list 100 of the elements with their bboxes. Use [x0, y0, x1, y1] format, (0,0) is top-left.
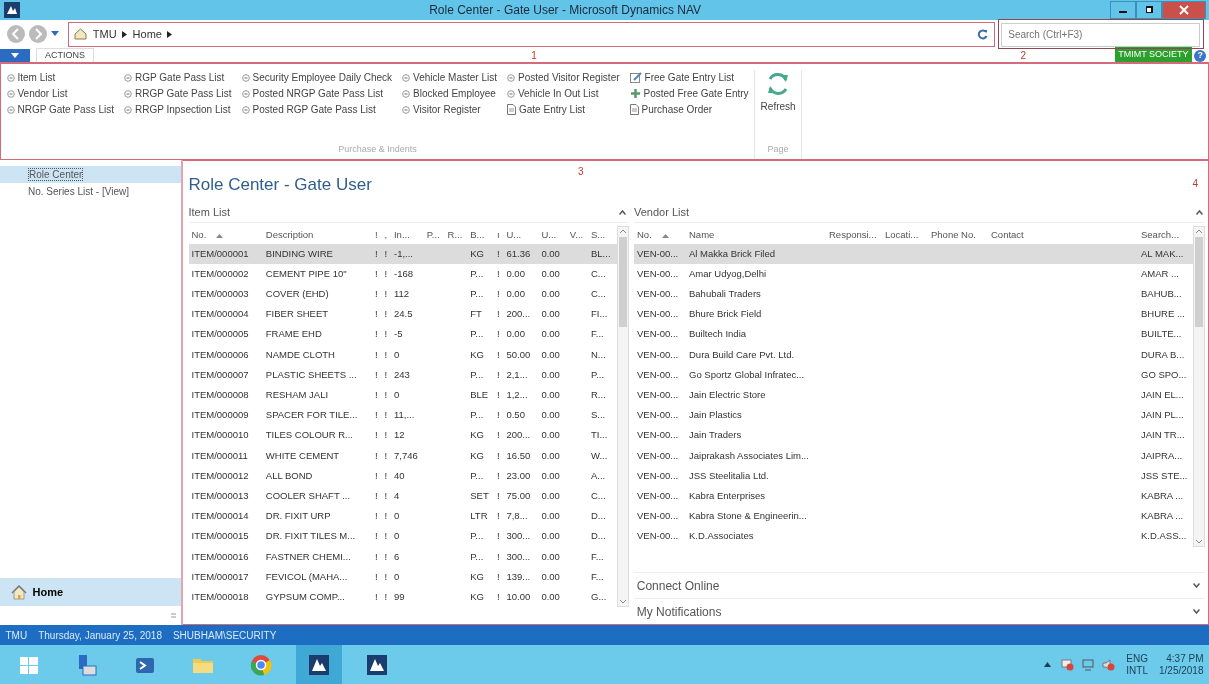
table-cell-text: P... [469, 287, 485, 302]
column-header[interactable]: Responsi... [826, 225, 882, 244]
ribbon-action-link[interactable]: Vehicle Master List [413, 70, 497, 85]
ribbon-action-link[interactable]: Free Gate Entry List [644, 70, 734, 85]
ribbon-action-link[interactable]: Posted Free Gate Entry [643, 86, 749, 101]
ribbon-action-link[interactable]: NRGP Gate Pass List [17, 102, 115, 117]
column-header[interactable]: V... [566, 225, 588, 244]
ribbon-action-link[interactable]: Item List [17, 70, 56, 85]
table-cell-text: BLE [469, 388, 490, 403]
ribbon-action-link[interactable]: RGP Gate Pass List [135, 70, 225, 85]
clock-date[interactable]: 1/25/2018 [1159, 664, 1204, 677]
browser-icon[interactable] [249, 653, 272, 676]
ribbon-action-link[interactable]: RRGP Inpsection List [135, 102, 231, 117]
column-header[interactable]: P... [423, 225, 445, 244]
breadcrumb-link[interactable]: TMU [92, 25, 117, 43]
restore-button[interactable] [1136, 1, 1163, 19]
home-button[interactable]: Home [0, 578, 181, 606]
column-header[interactable]: In... [390, 225, 424, 244]
table-cell-text: ! [383, 529, 389, 544]
table-cell-text: 40 [392, 468, 406, 483]
table-cell-text: VEN-00... [636, 448, 680, 463]
table-cell: ! [381, 263, 391, 285]
ribbon-action-link[interactable]: Visitor Register [413, 102, 481, 117]
chevron-right-icon [122, 30, 128, 38]
ribbon-tab[interactable]: ACTIONS [36, 47, 94, 62]
column-header[interactable]: ı [494, 225, 504, 244]
taskbar-app-button[interactable] [295, 645, 342, 684]
expand-chevron-icon[interactable] [1192, 609, 1200, 614]
column-header[interactable]: No. [188, 225, 263, 244]
scrollbar[interactable] [616, 225, 629, 608]
table-cell-text: ITEM/000010 [190, 428, 250, 443]
refresh-icon[interactable] [977, 28, 989, 40]
ribbon-action-link[interactable]: Posted Visitor Register [518, 70, 620, 85]
minimize-button[interactable] [1110, 1, 1137, 19]
ribbon-action-link[interactable]: RRGP Gate Pass List [135, 86, 232, 101]
scroll-thumb[interactable] [1195, 236, 1204, 327]
refresh-button[interactable]: Refresh [760, 72, 796, 115]
ribbon-action-link[interactable]: Posted RGP Gate Pass List [252, 102, 376, 117]
breadcrumb-link[interactable]: Home [132, 25, 162, 43]
column-header[interactable]: Description [262, 225, 373, 244]
table-cell-text: ! [496, 549, 501, 564]
home-icon[interactable] [74, 28, 88, 40]
list-bullet-icon [507, 89, 515, 98]
help-icon[interactable]: ? [1194, 50, 1207, 62]
navigation-item[interactable]: Role Center [28, 167, 84, 181]
table-cell-text: ! [374, 509, 379, 524]
column-header[interactable]: U... [503, 225, 539, 244]
collapse-chevron-icon[interactable] [618, 210, 626, 215]
ribbon-action-link[interactable]: Purchase Order [641, 102, 713, 117]
language-indicator[interactable]: INTL [1126, 664, 1148, 677]
ribbon-action-link[interactable]: Gate Entry List [519, 102, 586, 117]
tray-expand-icon[interactable] [1044, 662, 1052, 667]
column-header[interactable]: Search... [1138, 225, 1194, 244]
search-field[interactable]: Search (Ctrl+F3) [1001, 22, 1200, 47]
table-cell-text: VEN-00... [636, 287, 680, 302]
column-header[interactable]: Contact [988, 225, 1138, 244]
column-header[interactable]: B... [467, 225, 494, 244]
navigation-item[interactable]: No. Series List - [View] [28, 185, 129, 197]
column-header[interactable]: Name [686, 225, 826, 244]
table-cell: ITEM/000002 [188, 263, 263, 285]
table-cell-text: G... [590, 589, 608, 604]
column-header[interactable]: Phone No. [928, 225, 988, 244]
column-header[interactable]: ! [372, 225, 382, 244]
column-header[interactable]: No. [634, 225, 686, 244]
table-cell-text: P... [469, 327, 485, 342]
scrollbar[interactable] [1193, 225, 1206, 547]
language-indicator[interactable]: ENG [1126, 652, 1148, 665]
column-header[interactable]: Locati... [882, 225, 928, 244]
column-header[interactable]: , [381, 225, 391, 244]
speaker-muted-icon[interactable] [1102, 658, 1116, 671]
table-cell: Amar Udyog,Delhi [686, 263, 826, 285]
table-cell-text: 0 [392, 509, 401, 524]
ribbon-action-link[interactable]: Security Employee Daily Check [252, 70, 393, 85]
table-cell-text: 0.00 [540, 448, 561, 463]
table-cell-text: 0.00 [540, 569, 561, 584]
dynamics-app-icon[interactable] [365, 653, 388, 676]
ribbon-action-link[interactable]: Posted NRGP Gate Pass List [252, 86, 383, 101]
network-icon[interactable] [1061, 658, 1075, 671]
scroll-down-icon[interactable] [1194, 537, 1205, 546]
table-cell-text: SPACER FOR TILE... [264, 408, 359, 423]
annotation-number: 1 [531, 50, 537, 61]
table-cell-text: JAIN PL... [1140, 408, 1185, 423]
dropdown-caret-icon[interactable] [51, 31, 59, 37]
display-icon[interactable] [1082, 658, 1095, 671]
ribbon-action-link[interactable]: Vendor List [17, 86, 68, 101]
column-header[interactable]: S... [588, 225, 617, 244]
ribbon-action-link[interactable]: Blocked Employee [413, 86, 496, 101]
clock-time[interactable]: 4:37 PM [1159, 652, 1204, 665]
back-button[interactable] [5, 24, 26, 44]
column-header[interactable]: U... [538, 225, 567, 244]
table-cell-text: JAIN EL... [1140, 388, 1185, 403]
collapse-chevron-icon[interactable] [1195, 210, 1203, 215]
ribbon-menu-button[interactable] [0, 49, 30, 62]
expand-chevron-icon[interactable] [1192, 583, 1200, 588]
column-header[interactable]: R... [444, 225, 468, 244]
scroll-thumb[interactable] [618, 236, 627, 327]
status-text: TMU [5, 628, 28, 643]
dynamics-app-icon[interactable] [307, 653, 330, 676]
ribbon-action-link[interactable]: Vehicle In Out List [518, 86, 599, 101]
close-button[interactable] [1162, 1, 1207, 19]
